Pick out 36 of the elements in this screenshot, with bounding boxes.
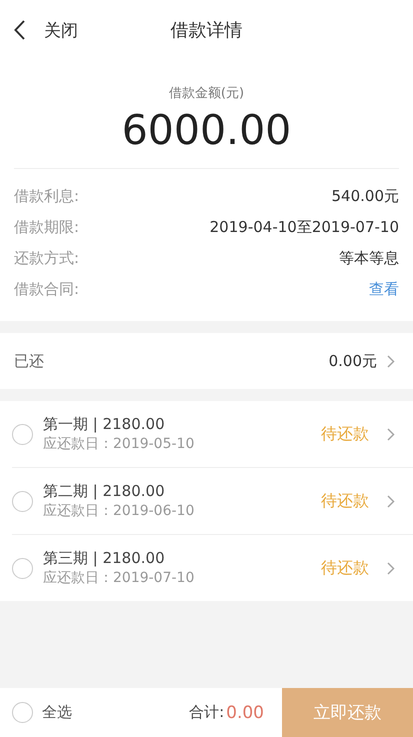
loan-amount: 6000.00 bbox=[120, 106, 292, 154]
installment-title: 第一期 | 2180.00 bbox=[43, 415, 166, 434]
due-date: 应还款日：2019-06-10 bbox=[43, 502, 196, 520]
status-label: 待还款 bbox=[321, 424, 369, 444]
chevron-right-icon bbox=[387, 354, 395, 368]
status-label: 待还款 bbox=[321, 490, 369, 512]
detail-label: 借款合同: bbox=[14, 280, 80, 299]
total-amount: 0.00 bbox=[226, 702, 264, 722]
detail-label: 借款期限: bbox=[14, 218, 80, 237]
page-title: 借款详情 bbox=[170, 19, 242, 42]
installment-title: 第二期 | 2180.00 bbox=[43, 482, 166, 501]
detail-label: 还款方式: bbox=[14, 249, 80, 268]
total-label: 合计: bbox=[189, 703, 224, 722]
radio-button[interactable] bbox=[12, 490, 33, 512]
due-date: 应还款日：2019-05-10 bbox=[43, 435, 196, 453]
detail-label: 借款利息: bbox=[14, 187, 80, 206]
detail-value: 等本等息 bbox=[339, 249, 399, 268]
chevron-right-icon bbox=[387, 562, 395, 574]
chevron-right-icon bbox=[387, 494, 395, 508]
repaid-amount: 0.00元 bbox=[328, 352, 377, 370]
status-label: 待还款 bbox=[321, 558, 369, 578]
radio-button[interactable] bbox=[12, 702, 33, 723]
view-contract-link[interactable]: 查看 bbox=[369, 280, 399, 299]
radio-button[interactable] bbox=[12, 558, 33, 578]
amount-label: 借款金额(元) bbox=[168, 85, 246, 102]
detail-value: 2019-04-10至2019-07-10 bbox=[210, 218, 399, 237]
due-date: 应还款日：2019-07-10 bbox=[43, 569, 196, 587]
radio-button[interactable] bbox=[12, 424, 33, 444]
detail-value: 540.00元 bbox=[332, 187, 399, 206]
back-icon bbox=[14, 20, 26, 40]
installment-title: 第三期 | 2180.00 bbox=[43, 549, 166, 568]
repay-now-button[interactable]: 立即还款 bbox=[282, 688, 413, 737]
select-all-label: 全选 bbox=[42, 703, 72, 722]
close-button[interactable]: 关闭 bbox=[0, 18, 78, 42]
chevron-right-icon bbox=[387, 428, 395, 440]
repaid-label: 已还 bbox=[14, 352, 44, 370]
